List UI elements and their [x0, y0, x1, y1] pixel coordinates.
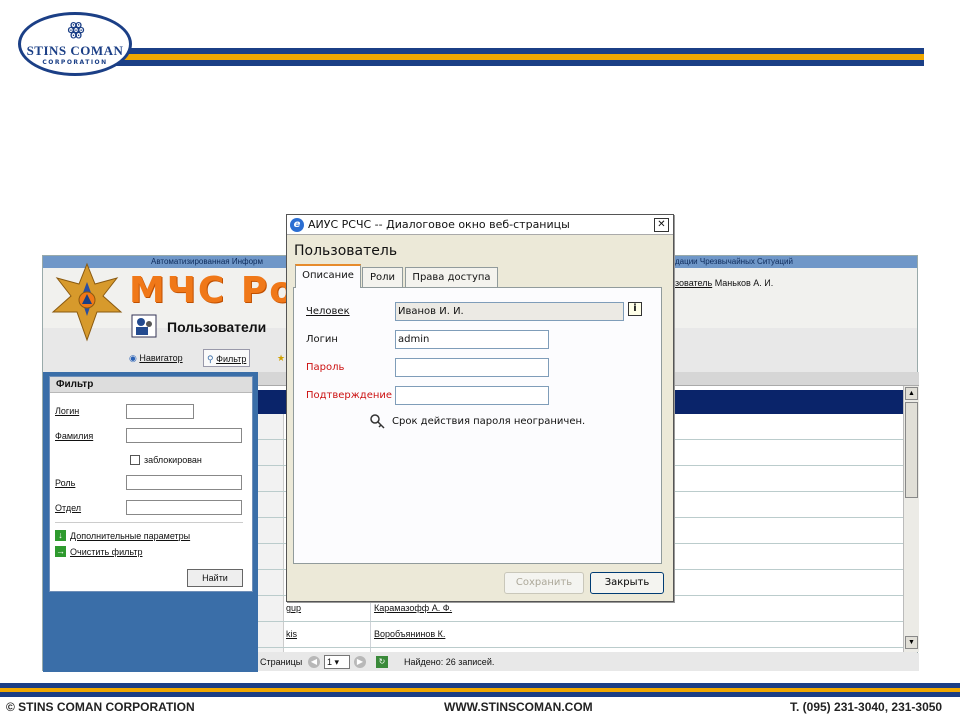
- filter-role-label: Роль: [55, 478, 76, 488]
- footer-website: WWW.STINSCOMAN.COM: [444, 700, 593, 714]
- filter-login-label: Логин: [55, 406, 80, 416]
- page-title: Пользователи: [167, 319, 267, 335]
- tab-description[interactable]: Описание: [295, 264, 361, 288]
- found-count: Найдено: 26 записей.: [404, 657, 495, 667]
- find-button[interactable]: Найти: [187, 569, 243, 587]
- tab-access-rights[interactable]: Права доступа: [405, 267, 498, 287]
- page-select[interactable]: 1 ▾: [324, 655, 350, 669]
- dialog-heading: Пользователь: [294, 243, 398, 259]
- row-login[interactable]: gup: [286, 603, 301, 613]
- blocked-checkbox[interactable]: [130, 455, 140, 465]
- bottom-brand-stripe: [0, 683, 960, 697]
- current-user-link[interactable]: зователь: [675, 278, 712, 288]
- person-field: Иванов И. И.: [395, 302, 624, 321]
- next-page-icon[interactable]: ▶: [354, 656, 366, 668]
- user-dialog: e АИУС РСЧС -- Диалоговое окно веб-стран…: [286, 214, 674, 602]
- row-name[interactable]: Карамазофф А. Ф.: [374, 603, 452, 613]
- filter-toolbar-label: Фильтр: [216, 354, 247, 364]
- star-icon[interactable]: ★: [277, 349, 285, 367]
- current-user-info: зователь Маньков А. И.: [675, 278, 773, 288]
- scroll-down-icon[interactable]: ▼: [905, 636, 918, 649]
- password-field[interactable]: [395, 358, 549, 377]
- footer-phone: T. (095) 231-3040, 231-3050: [790, 700, 943, 714]
- login-label: Логин: [306, 334, 338, 345]
- person-label[interactable]: Человек: [306, 306, 350, 317]
- company-logo: ꙮ STINS COMAN CORPORATION: [18, 12, 132, 76]
- filter-dept-label: Отдел: [55, 503, 82, 513]
- table-row[interactable]: kis Воробъянинов К.: [258, 622, 903, 648]
- dialog-titlebar: e АИУС РСЧС -- Диалоговое окно веб-стран…: [287, 215, 673, 235]
- navigator-button[interactable]: ◉ Навигатор: [129, 349, 183, 367]
- password-expiry-note: Срок действия пароля неограничен.: [392, 416, 586, 427]
- filter-icon: ⚲: [207, 354, 214, 364]
- clear-filter-link[interactable]: Очистить фильтр: [70, 547, 142, 557]
- ie-icon: e: [290, 218, 304, 232]
- pager-label: Страницы: [260, 657, 303, 667]
- close-button[interactable]: Закрыть: [590, 572, 664, 594]
- header-text-left: Автоматизированная Информ: [151, 257, 263, 266]
- grid-pager: Страницы ◀ 1 ▾ ▶ ↻ Найдено: 26 записей.: [258, 653, 919, 671]
- navigator-label: Навигатор: [139, 353, 183, 363]
- key-icon: [370, 414, 385, 429]
- confirm-password-field[interactable]: [395, 386, 549, 405]
- filter-divider: [55, 522, 243, 523]
- logo-mark-icon: ꙮ: [67, 19, 85, 40]
- filter-surname-label: Фамилия: [55, 431, 94, 441]
- close-icon[interactable]: ✕: [654, 218, 669, 232]
- filter-surname-input[interactable]: [126, 428, 242, 443]
- blocked-label: заблокирован: [144, 455, 202, 465]
- more-params-link[interactable]: Дополнительные параметры: [70, 531, 190, 541]
- mchs-emblem-icon: [51, 262, 123, 342]
- filter-panel: Фильтр Логин Фамилия заблокирован Роль О…: [49, 376, 253, 592]
- scroll-up-icon[interactable]: ▲: [905, 387, 918, 400]
- top-brand-stripe: [110, 48, 924, 66]
- row-login[interactable]: kis: [286, 629, 297, 639]
- footer-company: © STINS COMAN CORPORATION: [6, 700, 195, 714]
- logo-subtitle: CORPORATION: [42, 59, 108, 66]
- filter-login-input[interactable]: [126, 404, 194, 419]
- filter-dept-input[interactable]: [126, 500, 242, 515]
- arrow-right-icon: →: [55, 546, 66, 557]
- save-button[interactable]: Сохранить: [504, 572, 584, 594]
- tab-panel-description: Человек Иванов И. И. i Логин admin Парол…: [293, 287, 662, 564]
- arrow-down-icon: ↓: [55, 530, 66, 541]
- filter-toolbar-button[interactable]: ⚲ Фильтр: [203, 349, 251, 367]
- filter-role-input[interactable]: [126, 475, 242, 490]
- prev-page-icon[interactable]: ◀: [308, 656, 320, 668]
- tab-roles[interactable]: Роли: [362, 267, 403, 287]
- mchs-title: МЧС Ро: [129, 270, 296, 311]
- refresh-icon[interactable]: ↻: [376, 656, 388, 668]
- current-user-name: Маньков А. И.: [714, 278, 774, 288]
- filter-heading: Фильтр: [50, 377, 252, 393]
- password-label: Пароль: [306, 362, 345, 373]
- info-icon[interactable]: i: [628, 302, 642, 316]
- navigator-icon: ◉: [129, 353, 137, 363]
- logo-name: STINS COMAN: [26, 43, 124, 58]
- page-select-value: 1: [327, 657, 333, 667]
- grid-scrollbar[interactable]: ▲ ▼: [903, 386, 919, 652]
- confirm-password-label: Подтверждение: [306, 390, 393, 401]
- row-name[interactable]: Воробъянинов К.: [374, 629, 445, 639]
- dialog-title: АИУС РСЧС -- Диалоговое окно веб-страниц…: [308, 218, 570, 231]
- scroll-thumb[interactable]: [905, 402, 918, 498]
- login-field[interactable]: admin: [395, 330, 549, 349]
- users-icon: [131, 314, 157, 338]
- header-text-right: дации Чрезвычайных Ситуаций: [675, 257, 793, 266]
